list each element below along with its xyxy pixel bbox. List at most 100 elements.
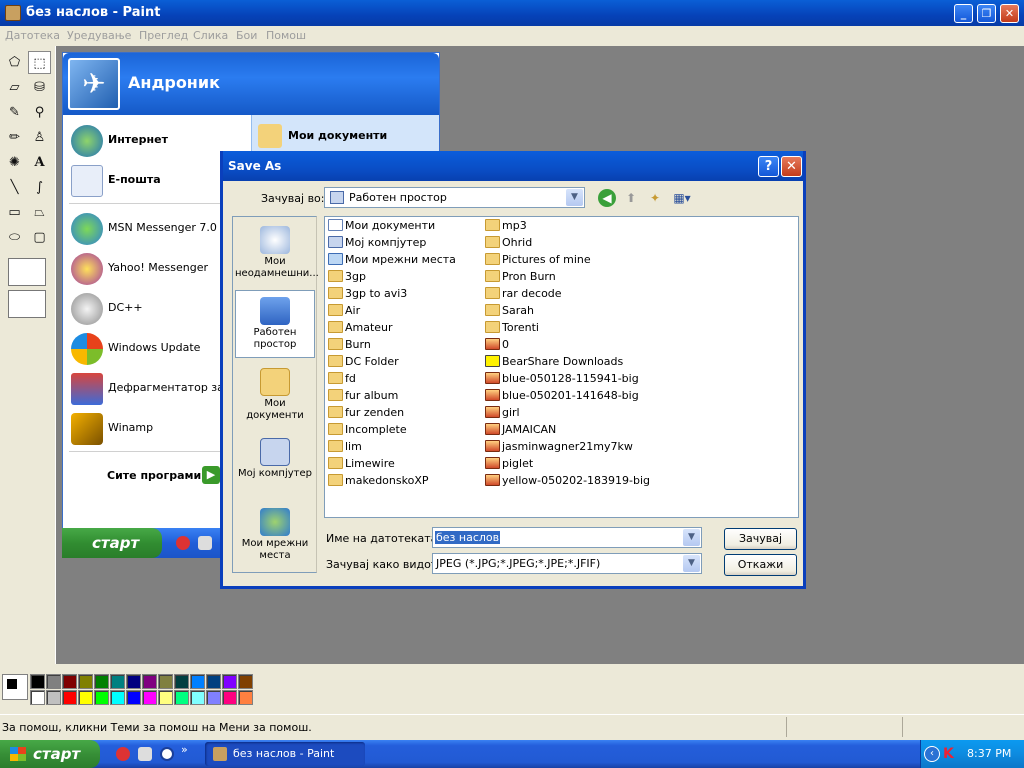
color-swatch[interactable] <box>222 674 237 689</box>
menu-image[interactable]: Слика <box>193 29 228 42</box>
eraser-icon[interactable]: ▱ <box>3 76 26 99</box>
opaque-option-icon[interactable] <box>8 258 46 286</box>
quicklaunch-icon[interactable] <box>138 747 152 761</box>
color-swatch[interactable] <box>126 674 141 689</box>
menu-view[interactable]: Преглед <box>139 29 188 42</box>
menu-help[interactable]: Помош <box>266 29 306 42</box>
file-item[interactable]: Air <box>328 304 456 321</box>
line-icon[interactable]: ╲ <box>3 176 26 199</box>
file-item[interactable]: BearShare Downloads <box>485 355 650 372</box>
file-item[interactable]: Pictures of mine <box>485 253 650 270</box>
color-swatch[interactable] <box>190 690 205 705</box>
file-item[interactable]: Ohrid <box>485 236 650 253</box>
save-in-dropdown[interactable]: Работен простор ▼ <box>324 187 585 208</box>
file-item[interactable]: Burn <box>328 338 456 355</box>
file-item[interactable]: fur album <box>328 389 456 406</box>
file-item[interactable]: 0 <box>485 338 650 355</box>
file-item[interactable]: mp3 <box>485 219 650 236</box>
chevron-down-icon[interactable]: ▼ <box>683 555 700 572</box>
color-swatch[interactable] <box>30 690 45 705</box>
file-item[interactable]: makedonskoXP <box>328 474 456 491</box>
place-network[interactable]: Мои мрежни места <box>235 502 315 570</box>
place-my-computer[interactable]: Мој компјутер <box>235 432 315 500</box>
file-item[interactable]: DC Folder <box>328 355 456 372</box>
pencil-icon[interactable]: ✏ <box>3 126 26 149</box>
up-folder-icon[interactable]: ⬆ <box>622 189 640 207</box>
rect-select-icon[interactable]: ⬚ <box>28 51 51 74</box>
file-item[interactable]: 3gp to avi3 <box>328 287 456 304</box>
dialog-close-button[interactable]: ✕ <box>781 156 802 177</box>
file-item[interactable]: fd <box>328 372 456 389</box>
color-swatch[interactable] <box>110 674 125 689</box>
place-my-documents[interactable]: Мои документи <box>235 362 315 430</box>
chevron-down-icon[interactable]: ▼ <box>566 189 583 206</box>
color-swatch[interactable] <box>174 674 189 689</box>
file-item[interactable]: Pron Burn <box>485 270 650 287</box>
close-button[interactable]: ✕ <box>1000 4 1019 23</box>
color-swatch[interactable] <box>142 674 157 689</box>
color-picker-icon[interactable]: ✎ <box>3 101 26 124</box>
file-item[interactable]: Amateur <box>328 321 456 338</box>
menu-colors[interactable]: Бои <box>236 29 257 42</box>
color-swatch[interactable] <box>78 674 93 689</box>
media-player-icon[interactable] <box>160 747 174 761</box>
color-swatch[interactable] <box>238 690 253 705</box>
color-swatch[interactable] <box>190 674 205 689</box>
place-recent[interactable]: Мои неодамнешни... <box>235 220 319 288</box>
color-swatch[interactable] <box>62 674 77 689</box>
place-desktop[interactable]: Работен простор <box>235 290 315 358</box>
chevron-down-icon[interactable]: ▼ <box>683 529 700 546</box>
file-item[interactable]: rar decode <box>485 287 650 304</box>
polygon-icon[interactable]: ⏢ <box>28 201 51 224</box>
curve-icon[interactable]: ∫ <box>28 176 51 199</box>
transparent-option-icon[interactable] <box>8 290 46 318</box>
color-swatch[interactable] <box>238 674 253 689</box>
save-button[interactable]: Зачувај <box>724 528 797 550</box>
file-item[interactable]: piglet <box>485 457 650 474</box>
file-item[interactable]: blue-050128-115941-big <box>485 372 650 389</box>
airbrush-icon[interactable]: ✺ <box>3 151 26 174</box>
file-item[interactable]: Мои документи <box>328 219 456 236</box>
file-item[interactable]: Limewire <box>328 457 456 474</box>
tray-app-icon[interactable]: K <box>943 746 957 762</box>
file-list[interactable]: Мои документи Мој компјутер Мои мрежни мес… <box>324 216 799 518</box>
quicklaunch-chevron[interactable]: » <box>181 743 188 756</box>
view-menu-icon[interactable]: ▦▾ <box>670 189 694 207</box>
color-swatch[interactable] <box>46 690 61 705</box>
file-item[interactable]: Torenti <box>485 321 650 338</box>
free-select-icon[interactable]: ⬠ <box>3 51 26 74</box>
filetype-dropdown[interactable]: JPEG (*.JPG;*.JPEG;*.JPE;*.JFIF) ▼ <box>432 553 702 574</box>
color-swatch[interactable] <box>158 674 173 689</box>
opera-icon[interactable] <box>116 747 130 761</box>
color-swatch[interactable] <box>222 690 237 705</box>
file-item[interactable]: fur zenden <box>328 406 456 423</box>
color-swatch[interactable] <box>94 674 109 689</box>
color-swatch[interactable] <box>174 690 189 705</box>
file-item[interactable]: girl <box>485 406 650 423</box>
file-item[interactable]: Sarah <box>485 304 650 321</box>
filename-input[interactable]: без наслов ▼ <box>432 527 702 548</box>
color-swatch[interactable] <box>142 690 157 705</box>
file-item[interactable]: blue-050201-141648-big <box>485 389 650 406</box>
text-icon[interactable]: A <box>28 151 51 174</box>
file-item[interactable]: Мои мрежни места <box>328 253 456 270</box>
color-swatch[interactable] <box>62 690 77 705</box>
cancel-button[interactable]: Откажи <box>724 554 797 576</box>
file-item[interactable]: jasminwagner21my7kw <box>485 440 650 457</box>
menu-file[interactable]: Датотека <box>5 29 60 42</box>
taskbar-paint-button[interactable]: без наслов - Paint <box>205 742 365 766</box>
file-item[interactable]: Мој компјутер <box>328 236 456 253</box>
color-swatch[interactable] <box>30 674 45 689</box>
color-swatch[interactable] <box>206 674 221 689</box>
menu-edit[interactable]: Уредување <box>67 29 131 42</box>
color-swatch[interactable] <box>126 690 141 705</box>
file-item[interactable]: 3gp <box>328 270 456 287</box>
fill-bucket-icon[interactable]: ⛁ <box>28 76 51 99</box>
color-swatch[interactable] <box>206 690 221 705</box>
file-item[interactable]: lim <box>328 440 456 457</box>
rectangle-icon[interactable]: ▭ <box>3 201 26 224</box>
ellipse-icon[interactable]: ⬭ <box>3 226 26 249</box>
tray-expand-icon[interactable]: ‹ <box>924 746 940 762</box>
magnifier-icon[interactable]: ⚲ <box>28 101 51 124</box>
color-swatch[interactable] <box>158 690 173 705</box>
